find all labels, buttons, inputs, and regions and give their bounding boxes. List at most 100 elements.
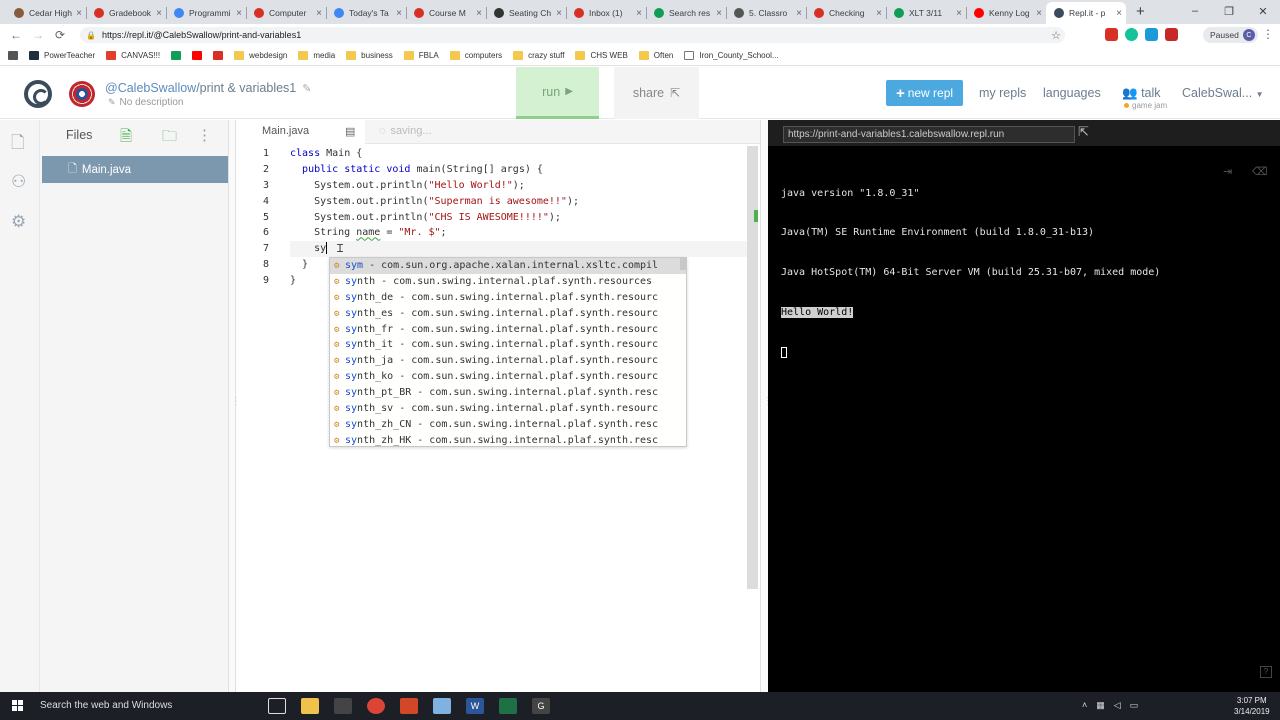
browser-tab[interactable]: Computer × [246, 2, 326, 24]
tab-close-icon[interactable]: × [1116, 8, 1122, 19]
autocomplete-item[interactable]: ⚙ synth_de - com.sun.swing.internal.plaf.… [330, 290, 686, 306]
action-center-icon[interactable]: ▭ [1130, 700, 1139, 711]
code-line[interactable]: public static void main(String[] args) { [290, 162, 750, 178]
bookmark-item[interactable]: CANVAS!!! [106, 51, 160, 60]
browser-tab[interactable]: Inbox (1) × [566, 2, 646, 24]
extension-icon[interactable] [1145, 28, 1158, 41]
panel-resizer[interactable]: ⋮ [228, 120, 242, 692]
bookmark-item[interactable]: Iron_County_School... [684, 51, 779, 60]
autocomplete-item[interactable]: ⚙ sym - com.sun.org.apache.xalan.internal… [330, 258, 686, 274]
bookmark-item[interactable] [8, 51, 23, 60]
browser-tab[interactable]: 5. Classro × [726, 2, 806, 24]
browser-tab[interactable]: Course M × [406, 2, 486, 24]
tab-close-icon[interactable]: × [716, 8, 722, 19]
more-options-icon[interactable]: ⋮ [197, 126, 212, 144]
pencil-icon[interactable]: ✎ [302, 83, 311, 95]
repl-owner-link[interactable]: @CalebSwallow [105, 81, 196, 95]
browser-tab[interactable]: Repl.it - p × [1046, 2, 1126, 24]
windows-start-icon[interactable] [12, 700, 24, 712]
minimize-button[interactable]: – [1178, 0, 1212, 22]
browser-tab[interactable]: Checking × [806, 2, 886, 24]
network-icon[interactable]: ▦ [1096, 700, 1105, 711]
bookmark-item[interactable] [171, 51, 186, 60]
autocomplete-item[interactable]: ⚙ synth_sv - com.sun.swing.internal.plaf.… [330, 401, 686, 417]
tab-close-icon[interactable]: × [636, 8, 642, 19]
tab-close-icon[interactable]: × [476, 8, 482, 19]
file-explorer-icon[interactable] [301, 698, 319, 714]
repl-description[interactable]: ✎ No description [108, 97, 183, 108]
avatar[interactable] [69, 81, 95, 107]
app-icon[interactable] [499, 698, 517, 714]
browser-tab[interactable]: Today's Ta × [326, 2, 406, 24]
tab-close-icon[interactable]: × [316, 8, 322, 19]
bookmark-item[interactable] [192, 51, 207, 60]
browser-tab[interactable]: Gradebook × [86, 2, 166, 24]
tab-close-icon[interactable]: × [236, 8, 242, 19]
tab-close-icon[interactable]: × [796, 8, 802, 19]
console-expand-icon[interactable]: ⇥ [1223, 165, 1232, 178]
browser-tab[interactable]: Programmi × [166, 2, 246, 24]
tab-close-icon[interactable]: × [156, 8, 162, 19]
autocomplete-item[interactable]: ⚙ synth_ja - com.sun.swing.internal.plaf.… [330, 353, 686, 369]
extension-icon[interactable] [1165, 28, 1178, 41]
chrome-icon[interactable] [367, 698, 385, 714]
bookmark-item[interactable]: Often [638, 51, 673, 60]
browser-tab[interactable]: Search res × [646, 2, 726, 24]
bookmark-item[interactable] [213, 51, 228, 60]
url-field[interactable]: 🔒 https://repl.it/@CalebSwallow/print-an… [80, 27, 1065, 43]
reload-icon[interactable]: ⟳ [50, 28, 70, 42]
browser-tab[interactable]: Kenny Log × [966, 2, 1046, 24]
format-icon[interactable]: ▤ [345, 125, 355, 138]
browser-tab[interactable]: XLT 3/11 × [886, 2, 966, 24]
bookmark-item[interactable]: media [298, 51, 335, 60]
task-view-icon[interactable] [268, 698, 286, 714]
add-file-icon[interactable]: 🗎 [120, 126, 132, 151]
close-window-button[interactable]: ✕ [1246, 0, 1280, 22]
grammarly-icon[interactable] [1125, 28, 1138, 41]
tab-close-icon[interactable]: × [1036, 8, 1042, 19]
browser-tab[interactable]: Cedar High × [6, 2, 86, 24]
repl-run-url[interactable]: https://print-and-variables1.calebswallo… [783, 126, 1075, 143]
multiplayer-icon[interactable]: ⚇ [11, 172, 26, 192]
app-icon[interactable]: G [532, 698, 550, 714]
console-output[interactable]: java version "1.8.0_31" Java(TM) SE Runt… [781, 160, 1160, 386]
files-icon[interactable]: 🗋 [11, 130, 25, 159]
nav-my-repls[interactable]: my repls [979, 86, 1026, 100]
back-icon[interactable]: ← [6, 28, 26, 42]
nav-languages[interactable]: languages [1043, 86, 1101, 100]
browser-menu-icon[interactable]: ⋮ [1262, 27, 1274, 41]
bookmark-star-icon[interactable]: ☆ [1051, 29, 1061, 42]
settings-gear-icon[interactable]: ⚙ [11, 212, 26, 232]
replit-logo-icon[interactable] [24, 80, 52, 108]
autocomplete-scrollbar[interactable] [680, 258, 686, 270]
file-item-main-java[interactable]: 🗋 Main.java [42, 156, 228, 183]
autocomplete-item[interactable]: ⚙ synth_ko - com.sun.swing.internal.plaf.… [330, 369, 686, 385]
tray-chevron-icon[interactable]: ˄ [1082, 700, 1087, 711]
code-line[interactable]: class Main { [290, 146, 750, 162]
nav-talk[interactable]: 👥 talk [1122, 86, 1161, 101]
autocomplete-item[interactable]: ⚙ synth_fr - com.sun.swing.internal.plaf.… [330, 322, 686, 338]
bookmark-item[interactable]: FBLA [403, 51, 439, 60]
tab-close-icon[interactable]: × [876, 8, 882, 19]
adblock-icon[interactable] [1105, 28, 1118, 41]
clear-console-icon[interactable]: ⌫ [1252, 165, 1268, 178]
bookmark-item[interactable]: computers [449, 51, 502, 60]
code-line[interactable]: String name = "Mr. $"; [290, 225, 750, 241]
autocomplete-item[interactable]: ⚙ synth - com.sun.swing.internal.plaf.syn… [330, 274, 686, 290]
code-line[interactable]: System.out.println("CHS IS AWESOME!!!!")… [290, 210, 750, 226]
bookmark-item[interactable]: crazy stuff [513, 51, 564, 60]
autocomplete-item[interactable]: ⚙ synth_zh_HK - com.sun.swing.internal.pl… [330, 433, 686, 446]
forward-icon[interactable]: → [28, 28, 48, 42]
panel-resizer[interactable]: ⋮ [760, 120, 773, 692]
bookmark-item[interactable]: webdesign [234, 51, 287, 60]
tab-close-icon[interactable]: × [956, 8, 962, 19]
user-menu[interactable]: CalebSwal... ▼ [1182, 86, 1264, 100]
autocomplete-item[interactable]: ⚙ synth_it - com.sun.swing.internal.plaf.… [330, 337, 686, 353]
add-folder-icon[interactable]: 🗀 [162, 126, 177, 151]
share-button[interactable]: share ⇱ [614, 67, 699, 119]
run-button[interactable]: run ▶ [516, 67, 599, 119]
tab-close-icon[interactable]: × [76, 8, 82, 19]
new-tab-button[interactable]: + [1136, 2, 1145, 24]
taskbar-clock[interactable]: 3:07 PM 3/14/2019 [1234, 695, 1270, 717]
open-external-icon[interactable]: ⇱ [1078, 124, 1089, 140]
